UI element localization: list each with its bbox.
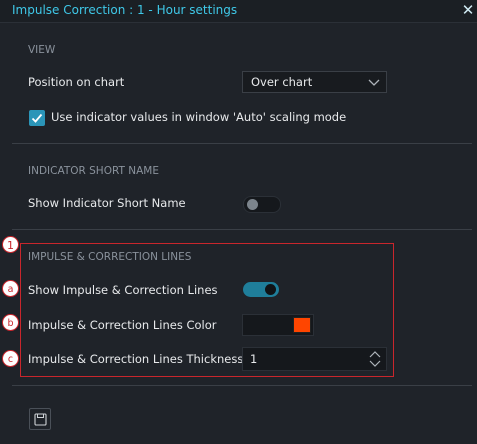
color-swatch (293, 317, 311, 333)
checkmark-icon (31, 113, 43, 123)
auto-scaling-checkbox[interactable] (29, 110, 45, 126)
position-on-chart-label: Position on chart (28, 75, 125, 89)
impulse-lines-color-label: Impulse & Correction Lines Color (28, 318, 217, 332)
auto-scaling-label: Use indicator values in window 'Auto' sc… (51, 110, 347, 124)
section-divider (12, 385, 472, 386)
annotation-marker-a: a (2, 280, 19, 297)
show-impulse-lines-toggle[interactable] (243, 282, 279, 297)
annotation-marker-b: b (2, 314, 19, 331)
section-divider (12, 229, 472, 230)
save-template-button[interactable] (29, 408, 51, 430)
dialog-title-bar: Impulse Correction : 1 - Hour settings ✕ (0, 0, 477, 23)
impulse-lines-thickness-input[interactable]: 1 (242, 347, 387, 371)
impulse-lines-color-picker[interactable] (242, 314, 314, 336)
show-indicator-short-name-label: Show Indicator Short Name (28, 196, 186, 210)
dialog-title: Impulse Correction : 1 - Hour settings (12, 3, 238, 17)
thickness-value: 1 (250, 352, 258, 366)
annotation-marker-c: c (2, 350, 19, 367)
section-title-impulse-lines: IMPULSE & CORRECTION LINES (28, 251, 192, 263)
section-title-view: VIEW (28, 44, 56, 56)
save-icon (34, 413, 47, 426)
annotation-marker-1: 1 (2, 236, 19, 253)
show-impulse-lines-label: Show Impulse & Correction Lines (28, 283, 218, 297)
section-divider (12, 143, 472, 144)
position-on-chart-select[interactable]: Over chart (242, 71, 387, 93)
close-icon[interactable]: ✕ (460, 1, 476, 19)
impulse-lines-thickness-label: Impulse & Correction Lines Thickness (28, 352, 244, 366)
section-title-indicator-short-name: INDICATOR SHORT NAME (28, 165, 159, 177)
show-indicator-short-name-toggle[interactable] (243, 196, 281, 213)
position-on-chart-value: Over chart (251, 75, 313, 89)
stepper-arrows-icon[interactable] (368, 350, 382, 368)
chevron-down-icon (368, 79, 380, 86)
toggle-knob (247, 199, 258, 210)
toggle-knob (265, 284, 276, 295)
